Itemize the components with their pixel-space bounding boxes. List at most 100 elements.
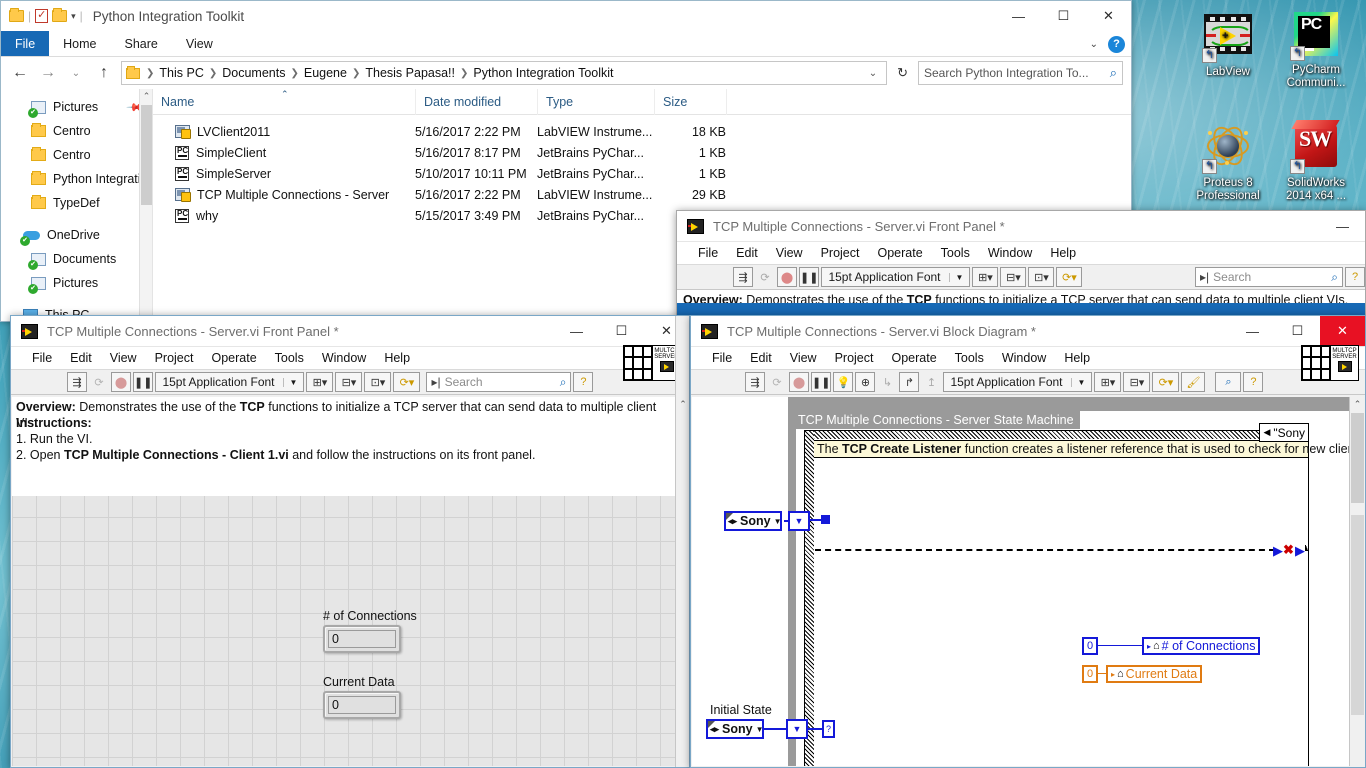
help-icon[interactable]: ? (1108, 35, 1125, 53)
pause-button[interactable]: ❚❚ (811, 372, 832, 392)
titlebar[interactable]: TCP Multiple Connections - Server.vi Blo… (691, 316, 1365, 347)
menu-view[interactable]: View (781, 351, 826, 365)
desktop-icon-proteus[interactable]: ↰ Proteus 8 Professional (1186, 121, 1270, 203)
properties-icon[interactable] (35, 8, 49, 23)
diagram-vertical-scrollbar[interactable]: ⌃ (1349, 397, 1364, 766)
maximize-button[interactable]: ☐ (599, 316, 644, 346)
chevron-down-icon[interactable]: ▼ (1070, 377, 1085, 387)
column-header-type[interactable]: Type (537, 88, 654, 115)
scrollbar-thumb[interactable] (1351, 413, 1364, 503)
block-diagram-canvas[interactable]: TCP Multiple Connections - Server State … (692, 397, 1364, 766)
scroll-up-icon[interactable]: ⌃ (140, 91, 152, 102)
back-button[interactable]: ← (9, 64, 31, 82)
reorder-button[interactable]: ⟳▾ (1152, 372, 1180, 392)
tab-share[interactable]: Share (111, 31, 172, 56)
enum-control-state[interactable]: ◂▸ Sony ▼ (724, 511, 782, 531)
chevron-down-icon[interactable]: ▼ (756, 725, 764, 734)
scrollbar-track-lower[interactable] (1351, 515, 1364, 715)
font-selector[interactable]: 15pt Application Font ▼ (943, 372, 1093, 392)
column-header-date[interactable]: Date modified (415, 88, 537, 115)
enum-control-initial-state[interactable]: ◂▸ Sony ▼ (706, 719, 764, 739)
numeric-indicator-current-data[interactable]: 0 (323, 691, 401, 719)
run-button[interactable]: ⇶ (745, 372, 765, 392)
error-wire-thick[interactable] (1305, 545, 1308, 551)
distribute-objects-button[interactable]: ⊟▾ (335, 372, 363, 392)
abort-button[interactable]: ⬤ (777, 267, 797, 287)
indicator-terminal-connections[interactable]: ▸ ⌂ # of Connections (1142, 637, 1261, 655)
reorder-button[interactable]: ⟳▾ (393, 372, 421, 392)
menu-operate[interactable]: Operate (882, 351, 945, 365)
context-help-button[interactable]: ? (573, 372, 594, 392)
minimize-button[interactable]: — (554, 316, 599, 346)
up-button[interactable]: ↑ (93, 64, 115, 82)
menu-view[interactable]: View (101, 351, 146, 365)
menu-file[interactable]: File (703, 351, 741, 365)
case-selector[interactable]: ◀ "Sony (1259, 423, 1309, 442)
align-objects-button[interactable]: ⊞▾ (306, 372, 334, 392)
distribute-objects-button[interactable]: ⊟▾ (1123, 372, 1151, 392)
constant-zero-connections[interactable]: 0 (1082, 637, 1098, 655)
menu-tools[interactable]: Tools (946, 351, 993, 365)
distribute-objects-button[interactable]: ⊟▾ (1000, 267, 1027, 287)
front-panel-canvas[interactable]: Overview: Demonstrates the use of the TC… (12, 397, 675, 766)
diagram-comment[interactable]: The TCP Create Listener function creates… (814, 440, 1358, 458)
menu-edit[interactable]: Edit (741, 351, 781, 365)
menu-operate[interactable]: Operate (868, 246, 931, 260)
search-input[interactable]: Search Python Integration To... ⌕ (918, 61, 1123, 85)
sidebar-item-pictures[interactable]: Pictures 📌 (1, 95, 152, 119)
context-help-button[interactable]: ? (1345, 267, 1365, 287)
step-into-button[interactable]: ↳ (877, 372, 897, 392)
recent-locations-button[interactable]: ⌄ (65, 68, 87, 79)
menu-edit[interactable]: Edit (727, 246, 767, 260)
desktop-icon-solidworks[interactable]: SW ↰ SolidWorks 2014 x64 ... (1274, 120, 1358, 203)
sidebar-item-typedef[interactable]: TypeDef (1, 191, 152, 215)
minimize-button[interactable]: — (1230, 316, 1275, 346)
front-panel-vertical-scrollbar[interactable]: ⌃ (675, 316, 689, 767)
vi-icon-pane[interactable]: MULTCP SERVER (1301, 345, 1359, 381)
close-button[interactable]: ✕ (1086, 1, 1131, 31)
close-button[interactable]: ✕ (1320, 316, 1365, 346)
search-icon[interactable]: ⌕ (1331, 270, 1338, 285)
abort-button[interactable]: ⬤ (789, 372, 809, 392)
clean-up-diagram-button[interactable]: 🖌 (1181, 372, 1206, 392)
menu-file[interactable]: File (23, 351, 61, 365)
structure-tunnel[interactable]: ? (822, 720, 835, 738)
font-selector[interactable]: 15pt Application Font ▼ (155, 372, 305, 392)
menu-project[interactable]: Project (146, 351, 203, 365)
refresh-button[interactable]: ↻ (893, 65, 912, 81)
tab-file[interactable]: File (1, 31, 50, 56)
scroll-up-icon[interactable]: ⌃ (1350, 399, 1364, 410)
menu-tools[interactable]: Tools (266, 351, 313, 365)
maximize-button[interactable]: ☐ (1041, 1, 1086, 31)
explorer-titlebar[interactable]: | ▾ | Python Integration Toolkit — ☐ ✕ (1, 1, 1131, 31)
chevron-down-icon[interactable]: ▾ (71, 11, 76, 22)
reorder-button[interactable]: ⟳▾ (1056, 267, 1083, 287)
tunnel-node[interactable] (821, 515, 830, 524)
search-input[interactable]: ▸| Search ⌕ (426, 372, 572, 392)
forward-button[interactable]: → (37, 64, 59, 82)
step-over-button[interactable]: ↱ (899, 372, 920, 392)
run-continuously-button[interactable]: ⟳ (755, 267, 775, 287)
ribbon-collapse-icon[interactable]: ⌄ (1090, 39, 1098, 50)
context-help-button[interactable]: ? (1243, 372, 1264, 392)
search-input[interactable]: ▸| Search ⌕ (1195, 267, 1343, 287)
constant-zero-current-data[interactable]: 0 (1082, 665, 1098, 683)
table-row[interactable]: PC SimpleServer 5/10/2017 10:11 PM JetBra… (153, 163, 1131, 184)
step-out-button[interactable]: ↥ (921, 372, 941, 392)
column-header-size[interactable]: Size (654, 88, 726, 115)
titlebar[interactable]: TCP Multiple Connections - Server.vi Fro… (677, 211, 1365, 242)
indicator-terminal-current-data[interactable]: ▸ ⌂ Current Data (1106, 665, 1203, 683)
scroll-up-icon[interactable]: ⌃ (676, 399, 690, 410)
sidebar-item-centro-2[interactable]: Centro (1, 143, 152, 167)
retain-wire-values-button[interactable]: ⊕ (855, 372, 876, 392)
breadcrumb-item-0[interactable]: This PC (157, 66, 205, 80)
menu-window[interactable]: Window (993, 351, 1055, 365)
menu-tools[interactable]: Tools (932, 246, 979, 260)
chevron-down-icon[interactable]: ▼ (948, 272, 963, 282)
run-continuously-button[interactable]: ⟳ (89, 372, 109, 392)
quick-access-toolbar[interactable]: | ▾ | (1, 8, 83, 23)
folder-icon[interactable] (9, 8, 24, 22)
menu-view[interactable]: View (767, 246, 812, 260)
search-icon[interactable]: ⌕ (560, 375, 567, 390)
breadcrumb[interactable]: ❯ This PC ❯ Documents ❯ Eugene ❯ Thesis … (121, 61, 888, 85)
